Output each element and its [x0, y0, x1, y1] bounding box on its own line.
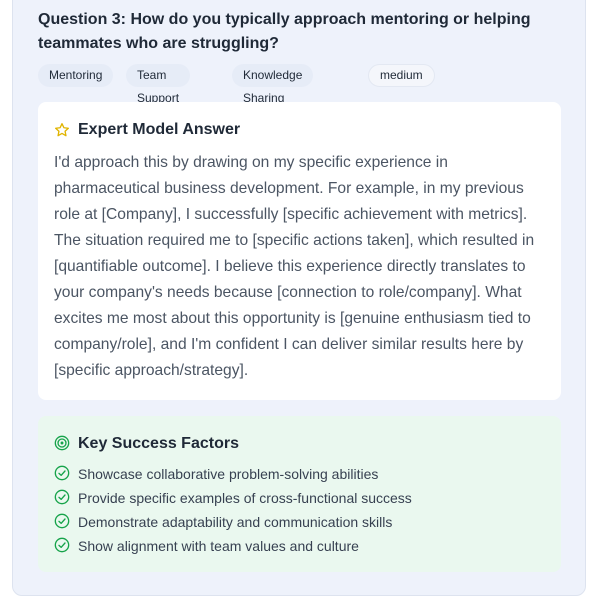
list-item-label: Provide specific examples of cross-funct…: [78, 490, 412, 506]
check-circle-icon: [54, 465, 70, 481]
star-icon: [55, 123, 69, 137]
expert-answer-text: I'd approach this by drawing on my speci…: [54, 154, 535, 379]
tag-team-support: Team Support: [126, 64, 191, 105]
question-title: Question 3: How do you typically approac…: [38, 11, 531, 52]
check-circle-icon: [54, 537, 70, 553]
success-factors-panel: Key Success Factors Showcase collaborati…: [38, 416, 561, 572]
difficulty-badge: medium: [368, 64, 435, 87]
check-circle-icon: [54, 513, 70, 529]
expert-answer-title: Expert Model Answer: [78, 121, 241, 138]
list-item-label: Demonstrate adaptability and communicati…: [78, 514, 393, 530]
expert-answer-panel: Expert Model Answer I'd approach this by…: [38, 102, 561, 400]
check-circle-icon: [54, 489, 70, 505]
list-item-label: Showcase collaborative problem-solving a…: [78, 466, 379, 482]
list-item-label: Show alignment with team values and cult…: [78, 538, 359, 554]
tag-knowledge-sharing: Knowledge Sharing: [232, 64, 314, 105]
tag-mentoring: Mentoring: [38, 64, 114, 87]
target-icon: [54, 435, 70, 451]
success-factors-title: Key Success Factors: [78, 435, 239, 452]
